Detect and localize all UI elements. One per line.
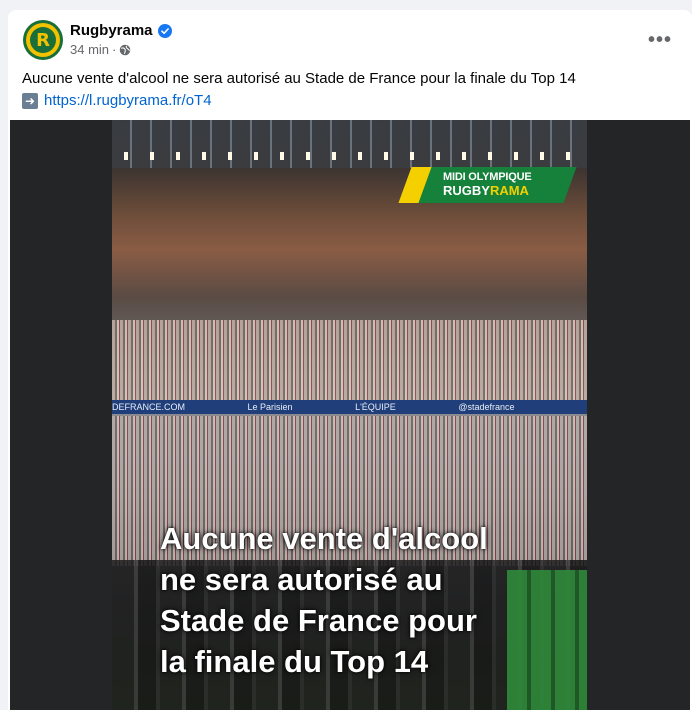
- page-name[interactable]: Rugbyrama: [70, 22, 153, 39]
- post-text-block: Aucune vente d'alcool ne sera autorisé a…: [22, 68, 672, 112]
- post-media[interactable]: DEFRANCE.COM Le Parisien L'ÉQUIPE @stade…: [10, 120, 690, 710]
- advertising-banner: DEFRANCE.COM Le Parisien L'ÉQUIPE @stade…: [112, 400, 587, 414]
- media-headline: Aucune vente d'alcool ne sera autorisé a…: [160, 521, 488, 679]
- post-header: R Rugbyrama 34 min · •••: [8, 10, 692, 70]
- banner-text-4: @stadefrance: [458, 402, 515, 412]
- name-row: Rugbyrama: [70, 22, 172, 39]
- post-time[interactable]: 34 min: [70, 42, 109, 57]
- logo-word-rama: RAMA: [489, 183, 529, 198]
- avatar[interactable]: R: [23, 20, 63, 60]
- banner-text-1: DEFRANCE.COM: [112, 402, 186, 412]
- globe-icon[interactable]: [119, 44, 131, 56]
- link-row: ➜ https://l.rugbyrama.fr/oT4: [22, 90, 672, 112]
- avatar-letter: R: [30, 27, 56, 53]
- banner-text-2: Le Parisien: [247, 402, 293, 412]
- stadium-roof: [112, 120, 587, 168]
- post-link[interactable]: https://l.rugbyrama.fr/oT4: [44, 90, 212, 112]
- midi-olympique-logo: MIDI OLYMPIQUE RUGBYRAMA: [398, 167, 577, 203]
- upper-stands: [112, 320, 587, 400]
- stadium-lights: [112, 152, 587, 160]
- more-options-icon[interactable]: •••: [644, 24, 676, 56]
- verified-badge-icon: [157, 23, 172, 38]
- post-meta: 34 min ·: [70, 42, 131, 57]
- post-card: R Rugbyrama 34 min · ••• Aucune vente d'…: [8, 10, 692, 710]
- post-message: Aucune vente d'alcool ne sera autorisé a…: [22, 70, 576, 87]
- right-arrow-icon: ➜: [22, 93, 38, 109]
- stadium-photo[interactable]: DEFRANCE.COM Le Parisien L'ÉQUIPE @stade…: [112, 120, 587, 710]
- banner-text-3: L'ÉQUIPE: [355, 402, 396, 412]
- avatar-ring: R: [26, 23, 60, 57]
- meta-separator: ·: [112, 42, 117, 57]
- logo-word-rugby: RUGBY: [443, 183, 490, 198]
- logo-text: MIDI OLYMPIQUE RUGBYRAMA: [443, 171, 532, 197]
- logo-line-2: RUGBYRAMA: [443, 184, 531, 197]
